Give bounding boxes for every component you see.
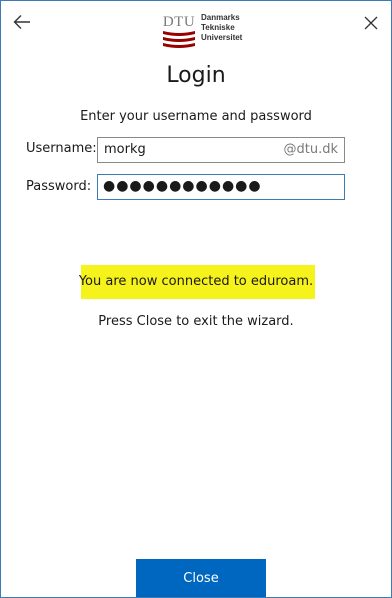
dtu-logo: DTU Danmarks Tekniske Universitet <box>159 11 259 53</box>
wizard-window: DTU Danmarks Tekniske Universitet Login … <box>0 0 392 598</box>
close-icon <box>364 16 378 30</box>
domain-suffix: @dtu.dk <box>283 142 338 157</box>
dtu-logo-text: Danmarks Tekniske Universitet <box>201 13 242 43</box>
close-button[interactable]: Close <box>136 559 266 597</box>
logo-line-1: Danmarks <box>201 13 240 22</box>
password-value: ●●●●●●●●●●●● <box>103 178 262 194</box>
close-hint: Press Close to exit the wizard. <box>98 314 294 329</box>
username-label: Username: <box>26 141 97 156</box>
window-close-button[interactable] <box>357 9 385 37</box>
arrow-left-icon <box>13 15 30 29</box>
page-title: Login <box>166 63 226 88</box>
logo-line-2: Tekniske <box>201 23 235 32</box>
login-instruction: Enter your username and password <box>80 109 312 124</box>
username-value: morkg <box>104 142 146 157</box>
dtu-logo-mark: DTU <box>163 14 195 48</box>
password-label: Password: <box>26 179 92 194</box>
status-message: You are now connected to eduroam. <box>78 274 314 289</box>
dtu-logo-abbr: DTU <box>163 14 195 30</box>
password-input[interactable]: ●●●●●●●●●●●● <box>97 174 345 200</box>
username-input[interactable]: morkg @dtu.dk <box>97 137 345 163</box>
back-button[interactable] <box>7 7 37 37</box>
logo-line-3: Universitet <box>201 33 243 42</box>
